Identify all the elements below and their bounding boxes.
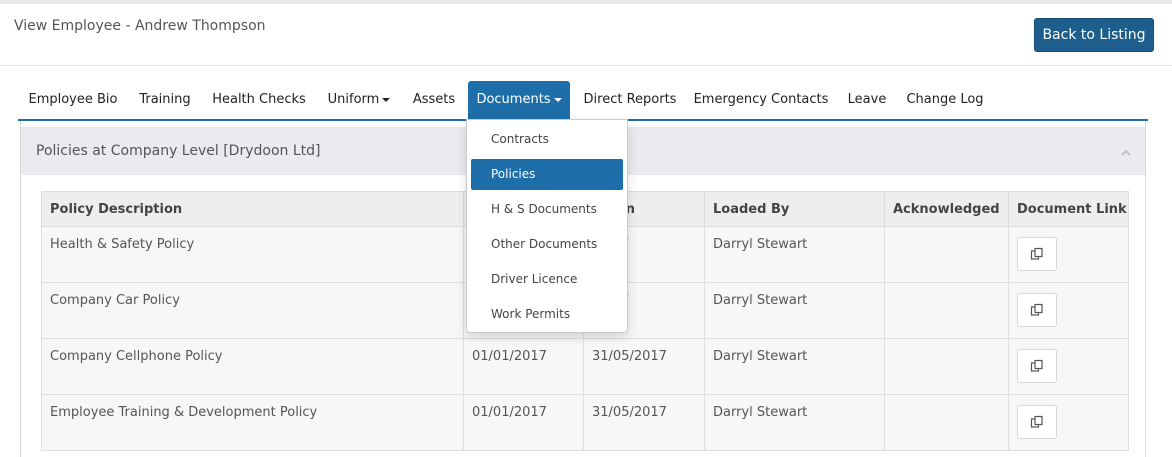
tab-label: Uniform (327, 92, 380, 107)
tab-health-checks[interactable]: Health Checks (202, 81, 316, 119)
cell-acknowledged (885, 395, 1009, 450)
cell-loaded-on: 31/05/2017 (584, 395, 705, 450)
cell-loaded-by: Darryl Stewart (705, 227, 885, 282)
cell-acknowledged (885, 339, 1009, 394)
tab-employee-bio[interactable]: Employee Bio (18, 81, 128, 119)
tab-bar: Employee Bio Training Health Checks Unif… (18, 81, 1148, 119)
cell-loaded-by: Darryl Stewart (705, 395, 885, 450)
col-header-document-link[interactable]: Document Link (1009, 192, 1128, 226)
cell-document-link (1009, 227, 1128, 282)
tab-label: Employee Bio (28, 92, 118, 107)
col-header-acknowledged[interactable]: Acknowledged (885, 192, 1009, 226)
col-header-policy-description[interactable]: Policy Description (42, 192, 464, 226)
cell-loaded-by: Darryl Stewart (705, 283, 885, 338)
tab-label: Assets (412, 92, 456, 107)
tab-documents[interactable]: Documents (468, 81, 570, 119)
tab-leave[interactable]: Leave (836, 81, 898, 119)
chevron-up-icon[interactable] (1120, 147, 1132, 159)
tab-label: Emergency Contacts (693, 92, 829, 107)
cell-policy-description: Health & Safety Policy (42, 227, 464, 282)
copy-icon (1030, 303, 1043, 316)
caret-down-icon (382, 97, 391, 102)
cell-effective-date: 01/01/2017 (464, 339, 584, 394)
page-header: View Employee - Andrew Thompson Back to … (0, 4, 1172, 66)
table-row: Employee Training & Development Policy 0… (41, 395, 1129, 451)
panel-title: Policies at Company Level [Drydoon Ltd] (36, 143, 321, 159)
table-row: Company Cellphone Policy 01/01/2017 31/0… (41, 339, 1129, 395)
tab-emergency-contacts[interactable]: Emergency Contacts (686, 81, 836, 119)
back-to-listing-button[interactable]: Back to Listing (1034, 18, 1154, 52)
cell-document-link (1009, 395, 1128, 450)
menu-item-other-documents[interactable]: Other Documents (471, 229, 623, 260)
document-link-button[interactable] (1017, 237, 1057, 271)
documents-dropdown-menu: Contracts Policies H & S Documents Other… (466, 119, 628, 333)
page-title: View Employee - Andrew Thompson (14, 18, 266, 34)
caret-down-icon (553, 97, 562, 102)
tab-training[interactable]: Training (128, 81, 202, 119)
cell-loaded-on: 31/05/2017 (584, 339, 705, 394)
tab-label: Leave (847, 92, 887, 107)
tab-assets[interactable]: Assets (402, 81, 466, 119)
tab-change-log[interactable]: Change Log (898, 81, 992, 119)
menu-item-hs-documents[interactable]: H & S Documents (471, 194, 623, 225)
document-link-button[interactable] (1017, 349, 1057, 383)
tab-label: Health Checks (212, 92, 306, 107)
menu-item-driver-licence[interactable]: Driver Licence (471, 264, 623, 295)
cell-policy-description: Employee Training & Development Policy (42, 395, 464, 450)
document-link-button[interactable] (1017, 293, 1057, 327)
tab-label: Change Log (906, 92, 984, 107)
tab-direct-reports[interactable]: Direct Reports (574, 81, 686, 119)
col-header-loaded-by[interactable]: Loaded By (705, 192, 885, 226)
cell-acknowledged (885, 227, 1009, 282)
cell-policy-description: Company Car Policy (42, 283, 464, 338)
menu-item-policies[interactable]: Policies (471, 159, 623, 190)
cell-policy-description: Company Cellphone Policy (42, 339, 464, 394)
menu-item-contracts[interactable]: Contracts (471, 124, 623, 155)
tab-label: Training (139, 92, 191, 107)
copy-icon (1030, 247, 1043, 260)
menu-item-work-permits[interactable]: Work Permits (471, 299, 623, 330)
document-link-button[interactable] (1017, 405, 1057, 439)
cell-acknowledged (885, 283, 1009, 338)
cell-effective-date: 01/01/2017 (464, 395, 584, 450)
cell-document-link (1009, 339, 1128, 394)
tab-label: Documents (476, 92, 551, 107)
copy-icon (1030, 415, 1043, 428)
tab-label: Direct Reports (583, 92, 677, 107)
tab-uniform[interactable]: Uniform (316, 81, 402, 119)
copy-icon (1030, 359, 1043, 372)
cell-loaded-by: Darryl Stewart (705, 339, 885, 394)
cell-document-link (1009, 283, 1128, 338)
